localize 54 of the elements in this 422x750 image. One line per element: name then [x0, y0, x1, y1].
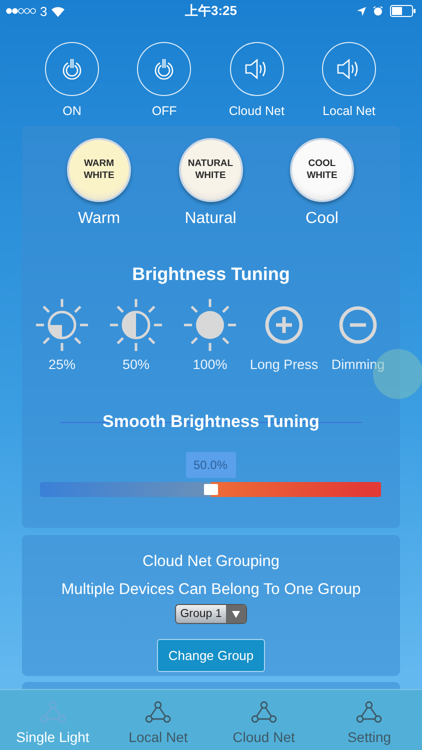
brightness-button[interactable] [34, 297, 90, 353]
plus-icon [264, 305, 304, 345]
value-tooltip: 50.0% [185, 452, 236, 478]
network-icon [40, 701, 66, 723]
button-label: OFF [152, 104, 177, 118]
group-dropdown[interactable]: Group 1 [175, 604, 247, 624]
signal-icon [6, 7, 36, 15]
sun-icon [182, 297, 238, 353]
section-title: Smooth Brightness Tuning [102, 412, 320, 432]
network-icon [356, 701, 382, 723]
preset-label: Cool [306, 210, 338, 228]
brightness-button[interactable] [108, 297, 164, 353]
brightness-button[interactable] [182, 297, 238, 353]
color-preset-button[interactable]: COOL WHITE [290, 138, 354, 202]
dropdown-arrow-icon [232, 610, 240, 618]
change-group-button[interactable]: Change Group [157, 639, 265, 672]
color-preset-button[interactable]: NATURAL WHITE [178, 138, 242, 202]
sun-icon [34, 297, 90, 353]
speaker-button[interactable] [322, 42, 376, 96]
section-title: Brightness Tuning [131, 264, 291, 285]
power-button[interactable] [45, 42, 99, 96]
alarm-icon [373, 6, 383, 16]
location-icon [357, 6, 366, 16]
preset-label: Natural [184, 210, 236, 228]
battery-icon [390, 5, 416, 17]
status-time: 上午3:25 [184, 2, 238, 20]
power-icon [153, 57, 176, 81]
slider-thumb[interactable] [204, 484, 218, 495]
speaker-button[interactable] [230, 42, 284, 96]
brightness-label: Long Press [250, 357, 318, 372]
button-label: Local Net [322, 104, 376, 118]
preset-label: Warm [78, 210, 120, 228]
tab[interactable]: Local Net [106, 690, 211, 750]
brightness-label: Dimming [331, 357, 385, 372]
brightness-label: 25% [48, 357, 76, 372]
brightness-label: 100% [192, 357, 228, 372]
network-icon [145, 701, 172, 723]
brightness-slider[interactable]: 50.0% [40, 452, 381, 497]
power-icon [61, 57, 83, 81]
brightness-label: 50% [122, 357, 150, 372]
sun-icon [108, 297, 164, 353]
button-label: Cloud Net [228, 104, 284, 118]
minus-icon [338, 305, 378, 345]
color-preset-button[interactable]: WARM WHITE [67, 138, 131, 202]
grouping-description: Multiple Devices Can Belong To One Group [61, 580, 361, 600]
grouping-title: Cloud Net Grouping [142, 553, 280, 572]
tab[interactable]: Setting [316, 690, 422, 750]
tab[interactable]: Cloud Net [211, 690, 316, 750]
carrier-text: 3 [40, 4, 48, 18]
button-label: ON [62, 104, 82, 118]
power-button[interactable] [137, 42, 192, 96]
tab[interactable]: Single Light [0, 690, 106, 750]
wifi-icon [51, 6, 66, 16]
network-icon [250, 701, 277, 723]
